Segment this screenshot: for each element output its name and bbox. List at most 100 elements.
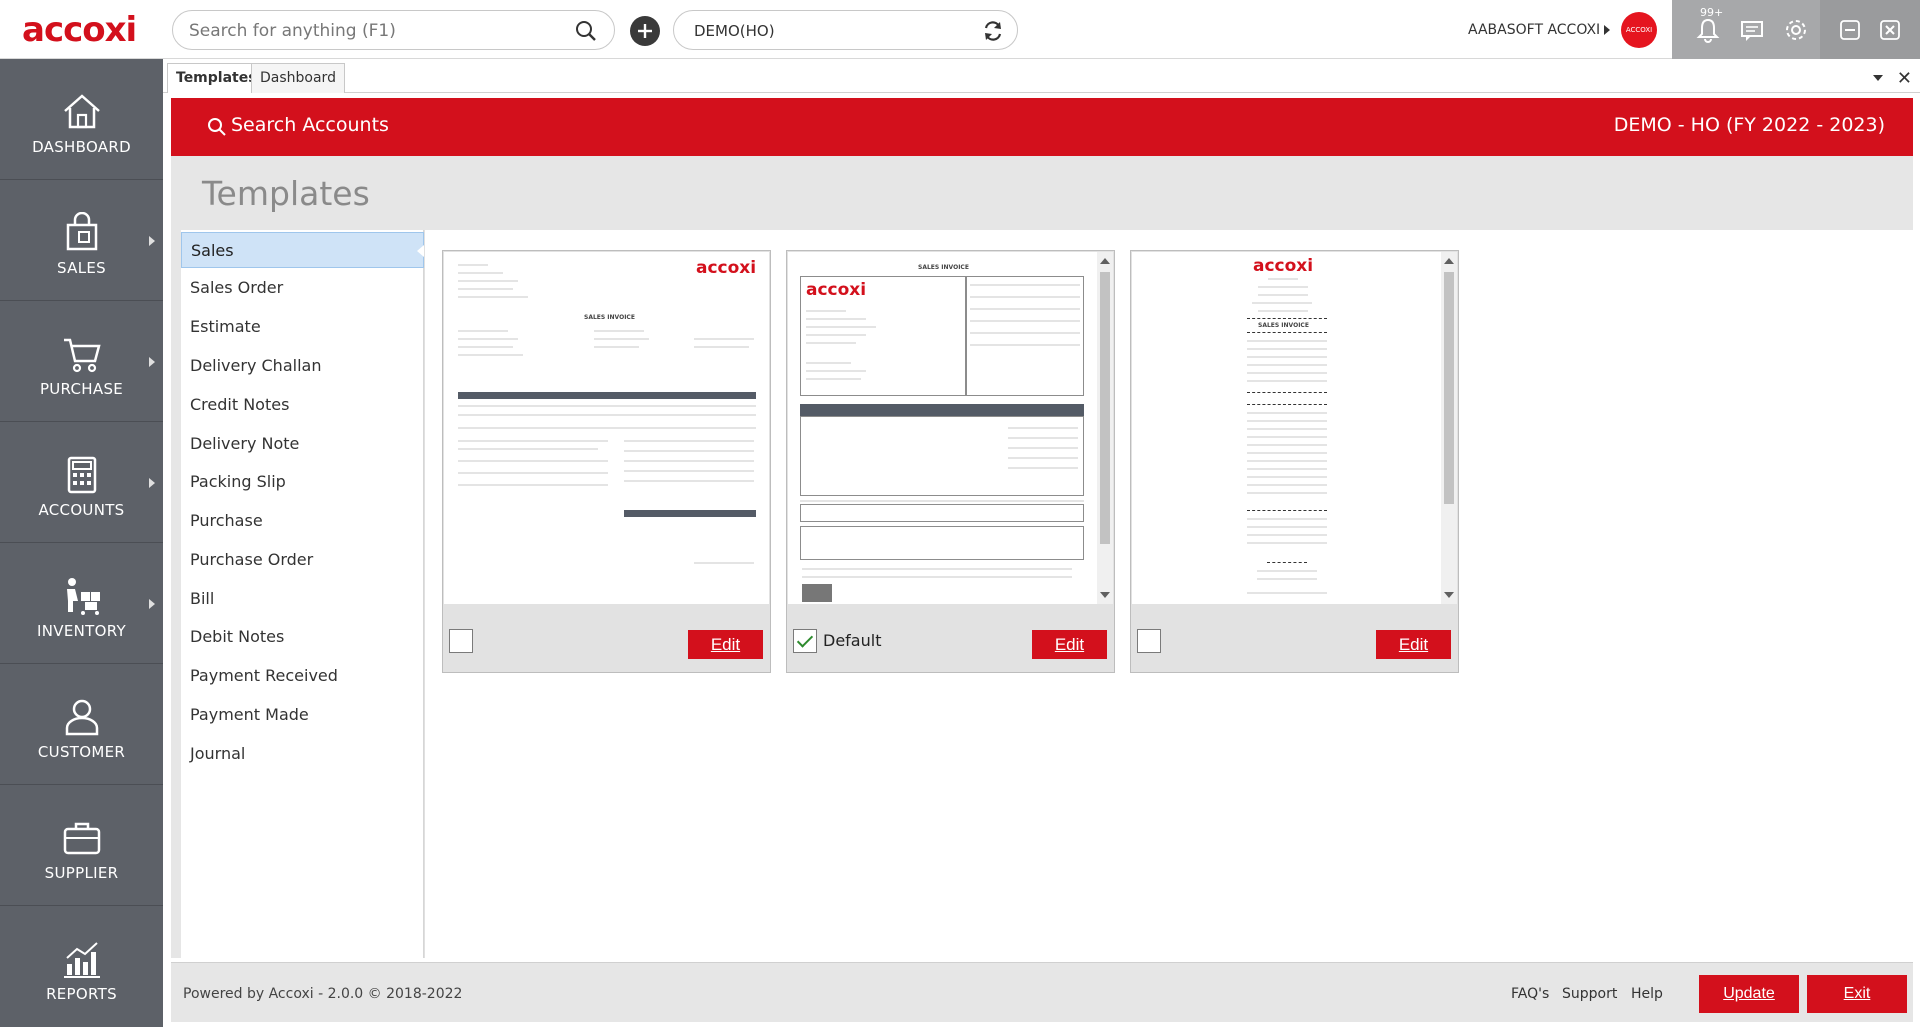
scroll-down-icon[interactable] xyxy=(1444,592,1454,598)
plus-icon xyxy=(638,24,652,38)
preview-title: SALES INVOICE xyxy=(918,264,969,271)
default-checkbox[interactable] xyxy=(1137,629,1161,653)
sidebar-item-supplier[interactable]: SUPPLIER xyxy=(0,785,163,906)
company-selector-value: DEMO(HO) xyxy=(694,22,775,40)
support-link[interactable]: Support xyxy=(1562,986,1617,1002)
preview-logo: accoxi xyxy=(806,280,867,300)
sidebar-item-inventory[interactable]: INVENTORY xyxy=(0,543,163,664)
sidebar-label: CUSTOMER xyxy=(37,743,126,761)
submenu-caret-icon xyxy=(149,357,155,367)
exit-button[interactable]: Exit xyxy=(1807,975,1907,1013)
edit-button[interactable]: Edit xyxy=(1032,630,1107,659)
scroll-thumb[interactable] xyxy=(1100,272,1110,544)
templates-panel: Sales Sales Order Estimate Delivery Chal… xyxy=(181,230,1913,958)
sidebar-item-accounts[interactable]: ACCOUNTS xyxy=(0,422,163,543)
messages-icon[interactable] xyxy=(1738,16,1766,44)
submenu-caret-icon xyxy=(149,478,155,488)
header-bar: Search Accounts DEMO - HO (FY 2022 - 202… xyxy=(171,98,1913,156)
sidebar-item-reports[interactable]: REPORTS xyxy=(0,906,163,1027)
list-item[interactable]: Payment Made xyxy=(181,697,424,733)
scroll-up-icon[interactable] xyxy=(1444,258,1454,264)
list-item[interactable]: Delivery Note xyxy=(181,426,424,462)
company-selector[interactable]: DEMO(HO) xyxy=(673,10,1018,50)
sidebar-label: SUPPLIER xyxy=(44,864,119,882)
search-icon[interactable] xyxy=(574,19,598,43)
search-input[interactable] xyxy=(189,20,569,42)
cart-icon xyxy=(64,338,101,373)
close-tab-icon[interactable]: ✕ xyxy=(1897,68,1912,89)
template-card: accoxi SALES INVOICE Edit xyxy=(442,250,771,673)
gear-icon[interactable] xyxy=(1782,16,1810,44)
edit-button[interactable]: Edit xyxy=(1376,630,1451,659)
user-menu-caret-icon[interactable] xyxy=(1604,25,1610,35)
sidebar-label: DASHBOARD xyxy=(32,138,131,156)
sidebar-item-dashboard[interactable]: DASHBOARD xyxy=(0,59,163,180)
main-content: Search Accounts DEMO - HO (FY 2022 - 202… xyxy=(171,98,1913,958)
add-button[interactable] xyxy=(630,16,660,46)
scroll-thumb[interactable] xyxy=(1444,272,1454,504)
search-icon[interactable] xyxy=(207,117,227,137)
list-item[interactable]: Payment Received xyxy=(181,658,424,694)
list-item[interactable]: Sales Order xyxy=(181,270,424,306)
switch-company-icon[interactable] xyxy=(981,19,1005,43)
edit-button[interactable]: Edit xyxy=(688,630,763,659)
window-controls xyxy=(1820,0,1920,59)
shopping-bag-icon xyxy=(66,212,98,251)
list-item[interactable]: Delivery Challan xyxy=(181,348,424,384)
app-logo: accoxi xyxy=(22,10,137,50)
inventory-icon xyxy=(67,578,100,615)
tab-bar: Templates Dashboard ✕ xyxy=(163,59,1920,93)
notification-badge: 99+ xyxy=(1700,6,1724,19)
sidebar-label: ACCOUNTS xyxy=(38,501,125,519)
scroll-up-icon[interactable] xyxy=(1100,258,1110,264)
faq-link[interactable]: FAQ's xyxy=(1511,986,1549,1002)
company-title: DEMO - HO (FY 2022 - 2023) xyxy=(1613,114,1885,136)
list-item[interactable]: Bill xyxy=(181,581,424,617)
user-icon xyxy=(65,699,99,736)
sidebar: DASHBOARD SALES PURCHASE ACCOUNTS INVENT… xyxy=(0,59,163,1027)
default-checkbox[interactable] xyxy=(793,629,817,653)
sidebar-label: REPORTS xyxy=(46,985,117,1003)
sidebar-label: PURCHASE xyxy=(39,380,124,398)
close-window-icon[interactable] xyxy=(1878,18,1902,42)
user-name[interactable]: AABASOFT ACCOXI xyxy=(1468,22,1600,38)
preview-logo: accoxi xyxy=(696,258,757,278)
list-item[interactable]: Journal xyxy=(181,736,424,772)
update-button[interactable]: Update xyxy=(1699,975,1799,1013)
help-link[interactable]: Help xyxy=(1631,986,1663,1002)
list-item[interactable]: Purchase xyxy=(181,503,424,539)
list-item[interactable]: Credit Notes xyxy=(181,387,424,423)
sidebar-label: SALES xyxy=(57,259,106,277)
sidebar-item-sales[interactable]: SALES xyxy=(0,180,163,301)
bell-icon[interactable] xyxy=(1694,16,1722,44)
tab-dropdown-icon[interactable] xyxy=(1873,75,1883,81)
submenu-caret-icon xyxy=(149,599,155,609)
powered-by: Powered by Accoxi - 2.0.0 © 2018-2022 xyxy=(183,986,463,1002)
list-item[interactable]: Debit Notes xyxy=(181,619,424,655)
avatar[interactable]: ACCOXI xyxy=(1621,12,1657,48)
search-accounts-link[interactable]: Search Accounts xyxy=(231,114,389,136)
preview-scrollbar[interactable] xyxy=(1097,252,1113,604)
scroll-down-icon[interactable] xyxy=(1100,592,1110,598)
template-preview[interactable]: accoxi SALES INVOICE xyxy=(444,252,769,604)
sidebar-item-customer[interactable]: CUSTOMER xyxy=(0,664,163,785)
card-footer: Edit xyxy=(443,604,770,672)
list-item[interactable]: Purchase Order xyxy=(181,542,424,578)
footer: Powered by Accoxi - 2.0.0 © 2018-2022 FA… xyxy=(171,962,1913,1022)
template-preview[interactable]: accoxi SALES INVOICE xyxy=(1132,252,1457,604)
preview-logo: accoxi xyxy=(1253,256,1314,276)
minimize-icon[interactable] xyxy=(1838,18,1862,42)
global-search[interactable] xyxy=(172,10,615,50)
card-footer: Default Edit xyxy=(787,604,1114,672)
preview-scrollbar[interactable] xyxy=(1441,252,1457,604)
list-item[interactable]: Packing Slip xyxy=(181,464,424,500)
sidebar-item-purchase[interactable]: PURCHASE xyxy=(0,301,163,422)
default-checkbox[interactable] xyxy=(449,629,473,653)
list-item[interactable]: Sales xyxy=(181,232,424,268)
calculator-icon xyxy=(67,456,97,494)
tab-dashboard[interactable]: Dashboard xyxy=(251,63,345,93)
template-preview[interactable]: SALES INVOICE accoxi xyxy=(788,252,1113,604)
page-title: Templates xyxy=(202,174,370,213)
home-icon xyxy=(64,94,100,129)
list-item[interactable]: Estimate xyxy=(181,309,424,345)
